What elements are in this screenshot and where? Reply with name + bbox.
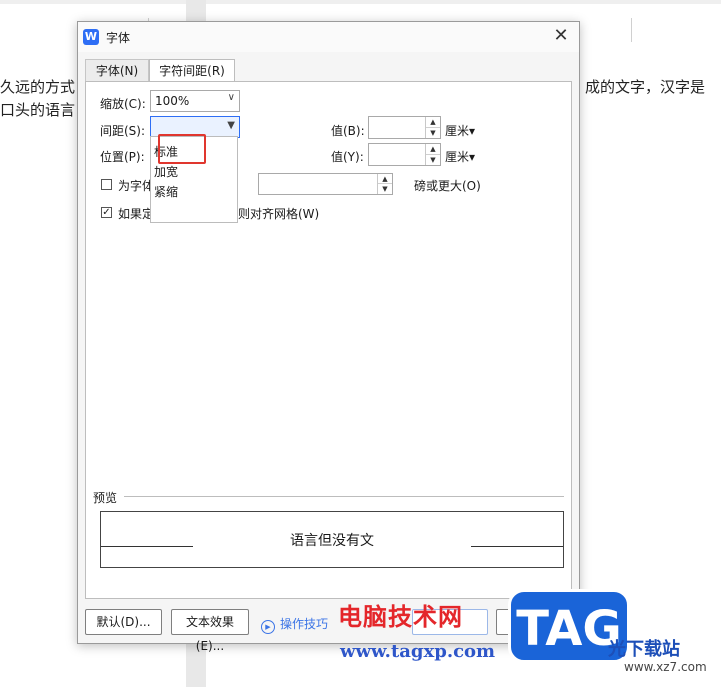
- spinner: ▲ ▼: [425, 144, 440, 165]
- spin-down-icon[interactable]: ▼: [426, 155, 440, 166]
- document-margin-mark: [631, 18, 632, 42]
- close-icon[interactable]: ✕: [551, 26, 571, 46]
- font-dialog: W 字体 ✕ 字体(N) 字符间距(R) 缩放(C): 100% ∨ 间距(S)…: [77, 21, 580, 653]
- dialog-titlebar[interactable]: W 字体 ✕: [78, 22, 579, 52]
- spin-up-icon[interactable]: ▲: [426, 144, 440, 155]
- grid-snap-checkbox[interactable]: ✓: [101, 207, 112, 218]
- chevron-down-icon: ∨: [227, 92, 235, 103]
- preview-sample-text: 语言但没有文: [290, 533, 374, 549]
- position-value-label: 值(Y):: [331, 150, 364, 164]
- spacing-option-expanded[interactable]: 加宽: [154, 163, 178, 180]
- preview-box: 语言但没有文: [100, 511, 564, 568]
- position-amount-input[interactable]: ▲ ▼: [368, 143, 441, 166]
- preview-divider: [124, 496, 564, 497]
- default-button[interactable]: 默认(D)...: [85, 609, 162, 635]
- spin-down-icon[interactable]: ▼: [426, 128, 440, 139]
- position-unit-select[interactable]: 厘米▾: [445, 148, 475, 165]
- spin-down-icon[interactable]: ▼: [378, 184, 392, 194]
- spinner: ▲ ▼: [425, 117, 440, 138]
- spin-up-icon[interactable]: ▲: [426, 117, 440, 128]
- spin-up-icon[interactable]: ▲: [378, 174, 392, 184]
- wps-app-icon: W: [83, 29, 99, 45]
- document-text-line: 成的文字，汉字是: [585, 78, 706, 96]
- kerning-size-input[interactable]: ▲ ▼: [258, 173, 393, 195]
- scale-select[interactable]: 100% ∨: [150, 90, 240, 112]
- spacing-label: 间距(S):: [100, 124, 146, 138]
- kerning-unit-label: 磅或更大(O): [414, 179, 481, 193]
- document-text-line: 口头的语言: [0, 101, 76, 119]
- kerning-label: 为字体: [118, 179, 155, 193]
- dropdown-arrow-icon: ▼: [227, 120, 235, 131]
- dialog-title: 字体: [106, 31, 131, 45]
- spinner: ▲ ▼: [377, 174, 392, 194]
- spacing-value-label: 值(B):: [331, 124, 365, 138]
- preview-label: 预览: [93, 491, 118, 505]
- tab-character-spacing[interactable]: 字符间距(R): [149, 59, 235, 82]
- text-effects-button[interactable]: 文本效果(E)...: [171, 609, 249, 653]
- tips-link[interactable]: ▶ 操作技巧: [261, 615, 328, 634]
- document-text-line: 久远的方式: [0, 78, 76, 96]
- annotation-highlight: [158, 134, 206, 164]
- watermark-site: 光下载站: [608, 639, 680, 660]
- tab-font[interactable]: 字体(N): [85, 59, 149, 81]
- spacing-amount-input[interactable]: ▲ ▼: [368, 116, 441, 139]
- kerning-checkbox[interactable]: [101, 179, 112, 190]
- document-top-edge: [0, 0, 721, 4]
- spacing-option-condensed[interactable]: 紧缩: [154, 183, 178, 200]
- watermark-brand: 电脑技术网: [338, 603, 463, 631]
- watermark-site-url: www.xz7.com: [624, 660, 707, 674]
- play-icon: ▶: [261, 620, 275, 634]
- scale-value: 100%: [155, 94, 190, 108]
- spacing-unit-select[interactable]: 厘米▾: [445, 122, 475, 139]
- scale-label: 缩放(C):: [100, 97, 146, 111]
- position-label: 位置(P):: [100, 150, 145, 164]
- watermark-url: www.tagxp.com: [340, 641, 496, 662]
- tips-label: 操作技巧: [280, 617, 329, 631]
